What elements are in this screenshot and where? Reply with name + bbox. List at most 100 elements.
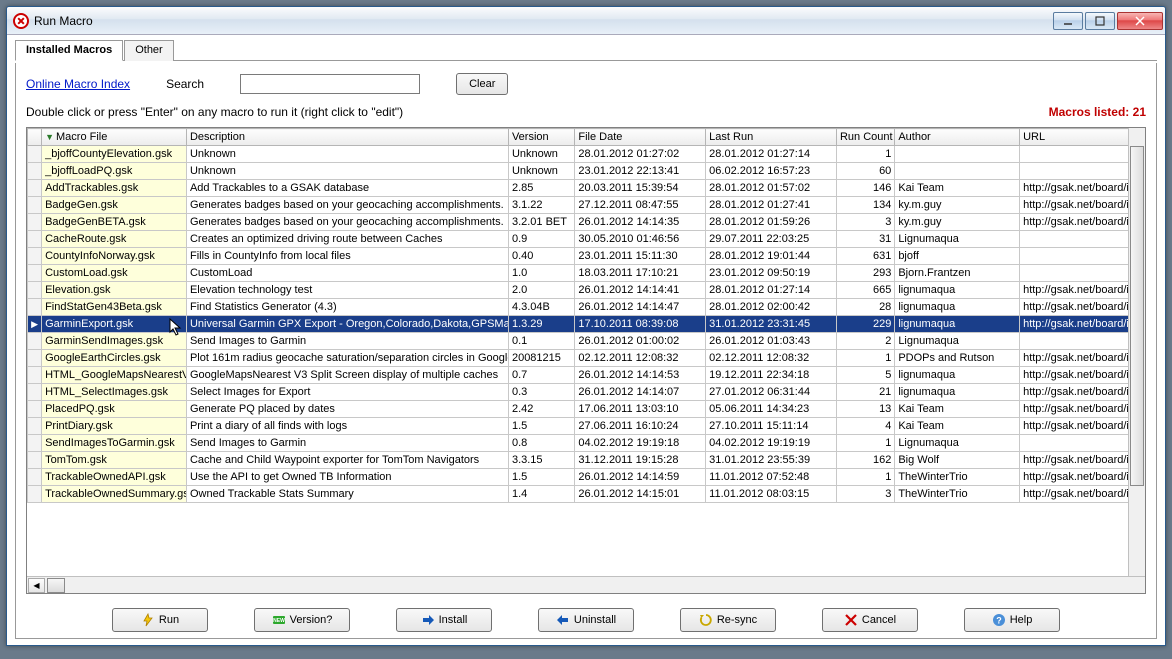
- cell-desc: CustomLoad: [186, 265, 508, 282]
- cell-desc: Use the API to get Owned TB Information: [186, 469, 508, 486]
- col-last-run[interactable]: Last Run: [706, 129, 837, 146]
- table-row[interactable]: AddTrackables.gskAdd Trackables to a GSA…: [28, 180, 1146, 197]
- cell-version: Unknown: [508, 146, 574, 163]
- cell-url: http://gsak.net/board/index: [1020, 469, 1145, 486]
- tab-installed-macros[interactable]: Installed Macros: [15, 40, 123, 61]
- table-row[interactable]: CountyInfoNorway.gskFills in CountyInfo …: [28, 248, 1146, 265]
- cell-file-date: 26.01.2012 14:14:41: [575, 282, 706, 299]
- cell-file-date: 28.01.2012 01:27:02: [575, 146, 706, 163]
- col-description[interactable]: Description: [186, 129, 508, 146]
- cell-url: http://gsak.net/board/index: [1020, 180, 1145, 197]
- cell-file-date: 26.01.2012 01:00:02: [575, 333, 706, 350]
- tab-other[interactable]: Other: [124, 40, 174, 61]
- cell-version: 2.0: [508, 282, 574, 299]
- cell-run-count: 134: [836, 197, 894, 214]
- run-button[interactable]: Run: [112, 608, 208, 632]
- table-row[interactable]: FindStatGen43Beta.gskFind Statistics Gen…: [28, 299, 1146, 316]
- maximize-button[interactable]: [1085, 12, 1115, 30]
- hscroll-thumb[interactable]: [47, 578, 65, 593]
- table-row[interactable]: TrackableOwnedSummary.gsOwned Trackable …: [28, 486, 1146, 503]
- cell-run-count: 5: [836, 367, 894, 384]
- uninstall-button[interactable]: Uninstall: [538, 608, 634, 632]
- col-author[interactable]: Author: [895, 129, 1020, 146]
- cell-url: http://gsak.net/board/index: [1020, 282, 1145, 299]
- clear-button[interactable]: Clear: [456, 73, 508, 95]
- cell-last-run: 05.06.2011 14:34:23: [706, 401, 837, 418]
- cell-run-count: 229: [836, 316, 894, 333]
- cell-file-date: 23.01.2012 22:13:41: [575, 163, 706, 180]
- cell-version: 20081215: [508, 350, 574, 367]
- cell-desc: Generates badges based on your geocachin…: [186, 197, 508, 214]
- minimize-button[interactable]: [1053, 12, 1083, 30]
- cell-desc: Add Trackables to a GSAK database: [186, 180, 508, 197]
- cell-file-date: 02.12.2011 12:08:32: [575, 350, 706, 367]
- cell-version: 1.5: [508, 418, 574, 435]
- cell-url: [1020, 146, 1145, 163]
- table-row[interactable]: HTML_GoogleMapsNearestVGoogleMapsNearest…: [28, 367, 1146, 384]
- cell-run-count: 631: [836, 248, 894, 265]
- cell-file: TomTom.gsk: [42, 452, 187, 469]
- cell-version: 0.40: [508, 248, 574, 265]
- table-row[interactable]: _bjoffCountyElevation.gskUnknownUnknown2…: [28, 146, 1146, 163]
- cell-url: http://gsak.net/board/index: [1020, 384, 1145, 401]
- cell-file: CountyInfoNorway.gsk: [42, 248, 187, 265]
- resync-button[interactable]: Re-sync: [680, 608, 776, 632]
- cell-last-run: 28.01.2012 01:27:14: [706, 146, 837, 163]
- cell-last-run: 26.01.2012 01:03:43: [706, 333, 837, 350]
- cell-version: 4.3.04B: [508, 299, 574, 316]
- cell-desc: Send Images to Garmin: [186, 435, 508, 452]
- col-url[interactable]: URL: [1020, 129, 1145, 146]
- online-macro-index-link[interactable]: Online Macro Index: [26, 77, 130, 91]
- cell-author: ky.m.guy: [895, 214, 1020, 231]
- refresh-icon: [699, 613, 713, 627]
- cell-desc: Owned Trackable Stats Summary: [186, 486, 508, 503]
- col-macro-file[interactable]: ▼Macro File: [42, 129, 187, 146]
- cell-url: [1020, 248, 1145, 265]
- cell-author: lignumaqua: [895, 299, 1020, 316]
- install-button[interactable]: Install: [396, 608, 492, 632]
- title-bar[interactable]: Run Macro: [7, 7, 1165, 35]
- close-button[interactable]: [1117, 12, 1163, 30]
- cell-last-run: 19.12.2011 22:34:18: [706, 367, 837, 384]
- table-row[interactable]: CustomLoad.gskCustomLoad1.018.03.2011 17…: [28, 265, 1146, 282]
- col-version[interactable]: Version: [508, 129, 574, 146]
- table-row[interactable]: PlacedPQ.gskGenerate PQ placed by dates2…: [28, 401, 1146, 418]
- table-row[interactable]: _bjoffLoadPQ.gskUnknownUnknown23.01.2012…: [28, 163, 1146, 180]
- cell-desc: Unknown: [186, 163, 508, 180]
- table-row[interactable]: TrackableOwnedAPI.gskUse the API to get …: [28, 469, 1146, 486]
- table-row[interactable]: ▶GarminExport.gskUniversal Garmin GPX Ex…: [28, 316, 1146, 333]
- table-row[interactable]: HTML_SelectImages.gskSelect Images for E…: [28, 384, 1146, 401]
- vscroll-thumb[interactable]: [1130, 146, 1144, 486]
- col-file-date[interactable]: File Date: [575, 129, 706, 146]
- table-row[interactable]: PrintDiary.gskPrint a diary of all finds…: [28, 418, 1146, 435]
- cell-author: Lignumaqua: [895, 435, 1020, 452]
- cancel-button[interactable]: Cancel: [822, 608, 918, 632]
- horizontal-scrollbar[interactable]: ◀: [27, 576, 1145, 593]
- cell-url: [1020, 163, 1145, 180]
- search-input[interactable]: [240, 74, 420, 94]
- table-row[interactable]: SendImagesToGarmin.gskSend Images to Gar…: [28, 435, 1146, 452]
- col-run-count[interactable]: Run Count: [836, 129, 894, 146]
- cell-run-count: 293: [836, 265, 894, 282]
- table-row[interactable]: BadgeGen.gskGenerates badges based on yo…: [28, 197, 1146, 214]
- table-row[interactable]: CacheRoute.gskCreates an optimized drivi…: [28, 231, 1146, 248]
- version-button[interactable]: NEWVersion?: [254, 608, 350, 632]
- cell-author: Kai Team: [895, 180, 1020, 197]
- table-row[interactable]: TomTom.gskCache and Child Waypoint expor…: [28, 452, 1146, 469]
- macro-table[interactable]: ▼Macro File Description Version File Dat…: [27, 128, 1145, 503]
- table-row[interactable]: GoogleEarthCircles.gskPlot 161m radius g…: [28, 350, 1146, 367]
- help-button[interactable]: ?Help: [964, 608, 1060, 632]
- table-row[interactable]: BadgeGenBETA.gskGenerates badges based o…: [28, 214, 1146, 231]
- arrow-left-icon: [556, 613, 570, 627]
- vertical-scrollbar[interactable]: [1128, 128, 1145, 576]
- cell-desc: Generates badges based on your geocachin…: [186, 214, 508, 231]
- table-row[interactable]: Elevation.gskElevation technology test2.…: [28, 282, 1146, 299]
- hscroll-left-icon[interactable]: ◀: [28, 578, 45, 593]
- cell-desc: Generate PQ placed by dates: [186, 401, 508, 418]
- cell-author: bjoff: [895, 248, 1020, 265]
- cell-last-run: 28.01.2012 01:27:41: [706, 197, 837, 214]
- table-header[interactable]: ▼Macro File Description Version File Dat…: [28, 129, 1146, 146]
- table-row[interactable]: GarminSendImages.gskSend Images to Garmi…: [28, 333, 1146, 350]
- cell-desc: Creates an optimized driving route betwe…: [186, 231, 508, 248]
- cell-run-count: 1: [836, 435, 894, 452]
